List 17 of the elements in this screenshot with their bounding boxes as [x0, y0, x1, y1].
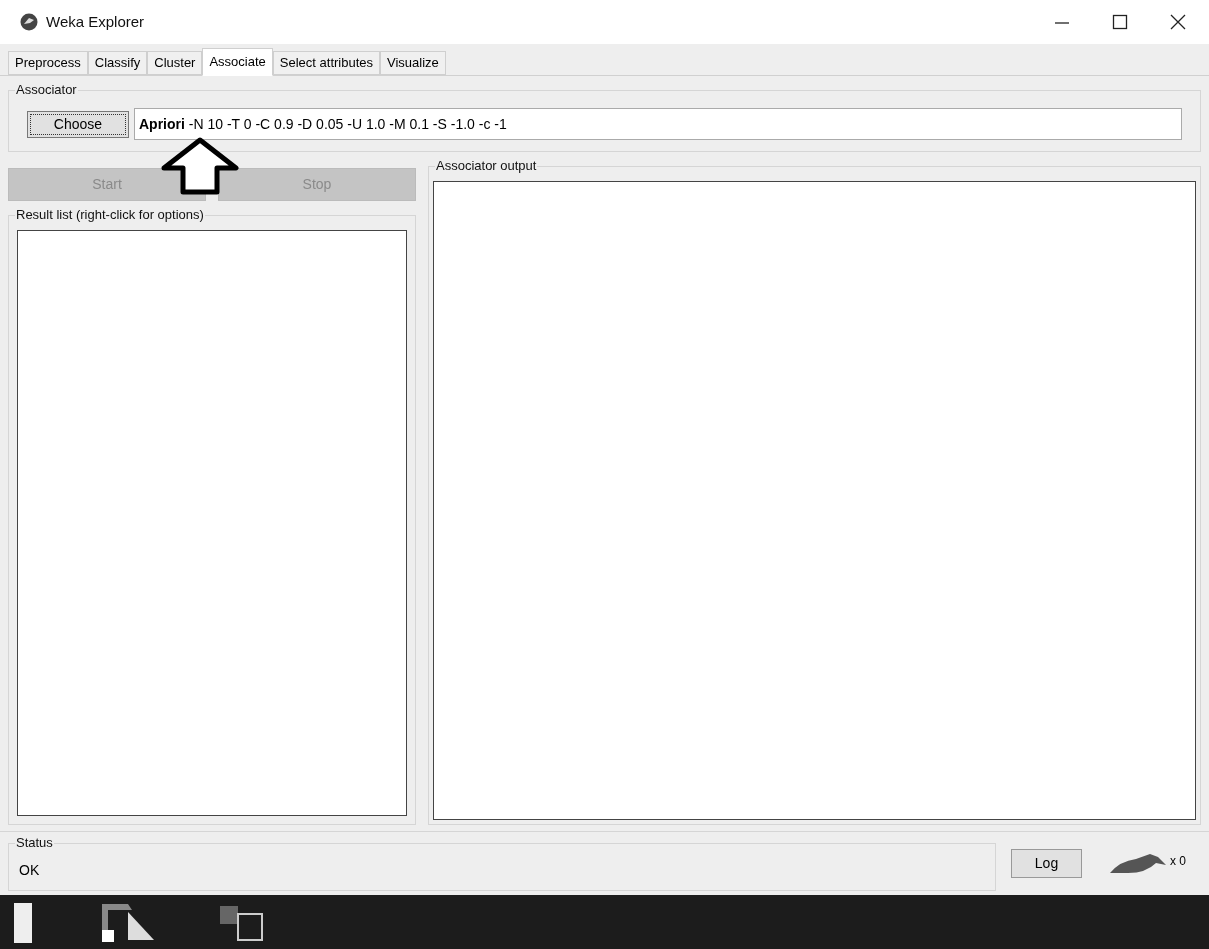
group-title: Result list (right-click for options) [15, 207, 205, 223]
task-count: x 0 [1170, 852, 1186, 870]
tab[interactable]: Visualize [380, 51, 446, 75]
maximize-icon[interactable] [1111, 13, 1129, 31]
status-message: OK [19, 861, 40, 880]
bird-logo-icon [20, 13, 38, 31]
tab[interactable]: Preprocess [8, 51, 88, 75]
log-button[interactable]: Log [1011, 849, 1082, 878]
group-title: Associator output [435, 158, 538, 174]
close-icon[interactable] [1169, 13, 1187, 31]
choose-button[interactable]: Choose [27, 110, 129, 138]
tab[interactable]: Classify [87, 51, 148, 75]
tab[interactable]: Select attributes [272, 51, 381, 75]
window-title: Weka Explorer [46, 11, 145, 32]
tab[interactable]: Associate [202, 48, 273, 76]
scheme-field[interactable]: Apriori -N 10 -T 0 -C 0.9 -D 0.05 -U 1.0 -M 0.1 -S -1.0 -c -1 [134, 108, 1182, 140]
tab[interactable]: Cluster [147, 51, 203, 75]
